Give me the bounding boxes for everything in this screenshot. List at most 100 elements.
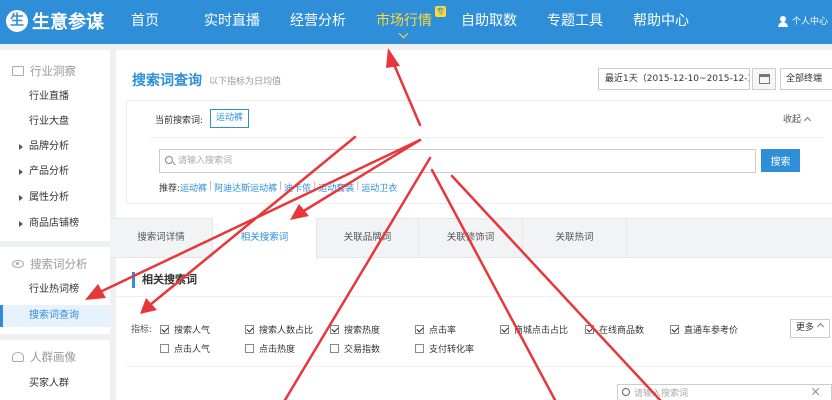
nav-badge: 专 — [435, 6, 446, 17]
sidebar-item-attribute[interactable]: 属性分析 — [0, 187, 110, 209]
search-input[interactable] — [159, 149, 756, 173]
monitor-icon — [12, 66, 24, 76]
date-range-select[interactable]: 最近1天（2015-12-10~2015-12-10） — [598, 68, 750, 90]
tab-keyword-detail[interactable]: 搜索词详情 — [110, 218, 213, 258]
terminal-select[interactable]: 全部终端 — [780, 68, 832, 90]
chevron-up-icon — [816, 322, 825, 331]
logo[interactable]: 生 生意参谋 — [6, 6, 104, 36]
checkbox-search-share[interactable]: 搜索人数占比 — [245, 323, 313, 336]
sidebar-item-buyers[interactable]: 买家人群 — [0, 373, 110, 395]
calendar-button[interactable] — [752, 68, 776, 90]
sidebar-group-label: 人群画像 — [30, 350, 76, 364]
checkbox-label: 搜索人数占比 — [259, 326, 314, 336]
recommend-link[interactable]: 迪卡侬 — [284, 181, 311, 194]
current-keyword-label: 当前搜索词: — [155, 116, 204, 126]
checkbox-mall-click-share[interactable]: 商城点击占比 — [500, 323, 568, 336]
sidebar-item-search-query[interactable]: 搜索词查询 — [0, 305, 110, 327]
recommend-link[interactable]: 阿迪达斯运动裤 — [214, 181, 277, 194]
checkbox-online-items[interactable]: 在线商品数 — [585, 323, 644, 336]
indicator-label: 指标: — [131, 325, 153, 335]
search-icon — [165, 156, 173, 164]
checkbox-label: 点击热度 — [259, 345, 296, 355]
sidebar-group-label: 搜索词分析 — [30, 257, 88, 271]
search-icon — [622, 388, 630, 396]
nav-market-label: 市场行情 — [376, 13, 432, 29]
people-icon — [12, 352, 24, 362]
sidebar-group-search: 搜索词分析 — [0, 252, 110, 276]
checkbox-ctr[interactable]: 点击率 — [415, 323, 456, 336]
more-button[interactable]: 更多 — [790, 319, 830, 338]
collapse-label: 收起 — [783, 115, 802, 125]
nav-market[interactable]: 市场行情 专 — [376, 0, 446, 44]
nav-help[interactable]: 帮助中心 — [633, 0, 689, 44]
checkbox-label: 支付转化率 — [429, 345, 475, 355]
recommend-list: 推荐: 运动裤 | 阿迪达斯运动裤 | 迪卡侬 | 运动套装 | 运动卫衣 — [159, 181, 398, 194]
checkbox-icon — [585, 325, 594, 334]
nav-business-analysis[interactable]: 经营分析 — [290, 0, 346, 44]
divider — [110, 296, 832, 297]
checkbox-conversion[interactable]: 支付转化率 — [415, 342, 474, 355]
checkbox-label: 搜索热度 — [344, 326, 381, 336]
tab-related-keywords[interactable]: 相关搜索词 — [213, 218, 317, 259]
checkbox-icon — [245, 344, 254, 353]
recommend-label: 推荐: — [159, 184, 181, 194]
sidebar-group-persona: 人群画像 — [0, 345, 110, 369]
tab-hot-words[interactable]: 关联热词 — [523, 218, 627, 258]
divider — [126, 366, 832, 367]
checkbox-label: 在线商品数 — [599, 326, 645, 336]
checkbox-click-heat[interactable]: 点击热度 — [245, 342, 295, 355]
nav-tools[interactable]: 专题工具 — [547, 0, 603, 44]
checkbox-icon — [245, 325, 254, 334]
checkbox-search-heat[interactable]: 搜索热度 — [330, 323, 380, 336]
checkbox-label: 点击人气 — [174, 345, 211, 355]
page-title: 搜索词查询 — [132, 73, 202, 89]
nav-home[interactable]: 首页 — [131, 0, 159, 44]
chevron-down-icon — [398, 28, 409, 39]
checkbox-icon — [330, 325, 339, 334]
checkbox-click-popularity[interactable]: 点击人气 — [160, 342, 210, 355]
sidebar-item-product[interactable]: 产品分析 — [0, 161, 110, 183]
checkbox-label: 直通车参考价 — [684, 326, 739, 336]
sidebar-item-industry-overview[interactable]: 行业大盘 — [0, 111, 110, 133]
checkbox-search-popularity[interactable]: 搜索人气 — [160, 323, 210, 336]
current-keyword-tag[interactable]: 运动裤 — [210, 109, 250, 128]
search-button[interactable]: 搜索 — [761, 149, 800, 172]
logo-icon: 生 — [6, 10, 28, 32]
eye-icon — [12, 260, 24, 268]
checkbox-cpc-price[interactable]: 直通车参考价 — [670, 323, 738, 336]
sidebar-item-brand[interactable]: 品牌分析 — [0, 136, 110, 158]
chevron-up-icon — [803, 116, 812, 125]
page-subtitle: 以下指标为日均值 — [209, 77, 282, 87]
divider — [150, 137, 824, 138]
sidebar-divider — [0, 334, 110, 340]
user-menu[interactable]: 个人中心 — [777, 0, 828, 44]
sidebar-item-ranking[interactable]: 商品店铺榜 — [0, 213, 110, 235]
nav-self-service[interactable]: 自助取数 — [461, 0, 517, 44]
recommend-link[interactable]: 运动卫衣 — [361, 181, 397, 194]
checkbox-label: 点击率 — [429, 326, 457, 336]
close-icon[interactable] — [812, 388, 819, 395]
calendar-icon — [759, 74, 770, 84]
filter-input[interactable] — [617, 384, 832, 400]
section-title: 相关搜索词 — [132, 272, 197, 288]
checkbox-trade-index[interactable]: 交易指数 — [330, 342, 380, 355]
checkbox-label: 搜索人气 — [174, 326, 211, 336]
sidebar-group-industry: 行业洞察 — [0, 59, 110, 83]
tab-brand-words[interactable]: 关联品牌词 — [317, 218, 419, 258]
checkbox-icon — [670, 325, 679, 334]
recommend-link[interactable]: 运动裤 — [180, 181, 207, 194]
collapse-toggle[interactable]: 收起 — [783, 112, 812, 125]
checkbox-icon — [415, 325, 424, 334]
checkbox-icon — [330, 344, 339, 353]
recommend-link[interactable]: 运动套装 — [318, 181, 354, 194]
nav-realtime[interactable]: 实时直播 — [204, 0, 260, 44]
sidebar-item-hot-words[interactable]: 行业热词榜 — [0, 279, 110, 301]
tab-modifier-words[interactable]: 关联修饰词 — [419, 218, 523, 258]
sidebar-item-industry-live[interactable]: 行业直播 — [0, 86, 110, 108]
sidebar-divider — [0, 241, 110, 247]
user-icon — [777, 16, 788, 28]
more-label: 更多 — [796, 323, 815, 333]
checkbox-icon — [160, 325, 169, 334]
sidebar-group-label: 行业洞察 — [30, 64, 76, 78]
checkbox-label: 商城点击占比 — [514, 326, 569, 336]
